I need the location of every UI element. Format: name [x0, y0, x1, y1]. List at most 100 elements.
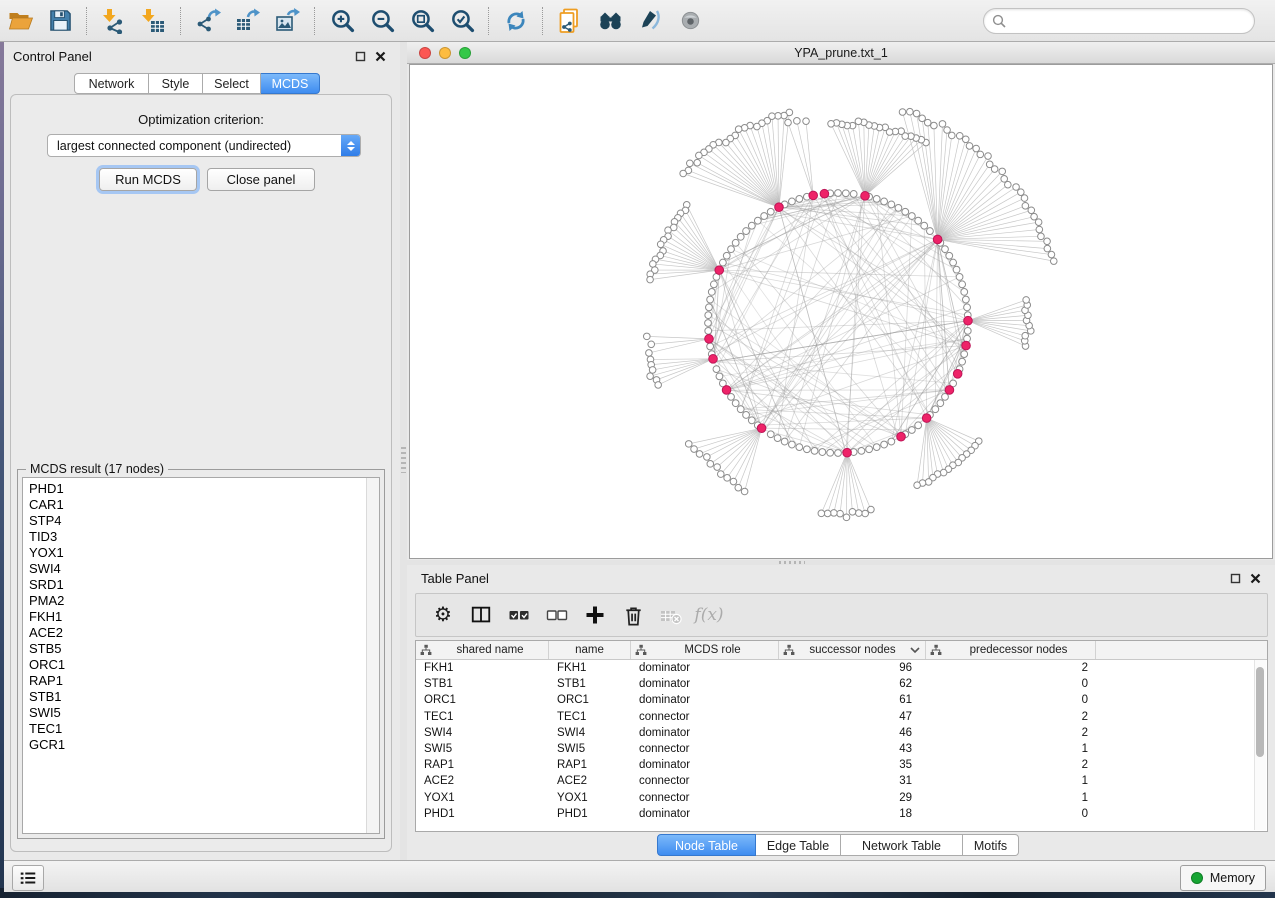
- network-node[interactable]: [873, 444, 880, 451]
- float-panel-icon[interactable]: [1230, 573, 1241, 584]
- network-node[interactable]: [1023, 297, 1030, 304]
- zoom-out-button[interactable]: [362, 4, 402, 38]
- network-node[interactable]: [999, 168, 1006, 175]
- network-node[interactable]: [915, 217, 922, 224]
- network-node[interactable]: [714, 464, 721, 471]
- network-node[interactable]: [964, 304, 971, 311]
- network-node[interactable]: [728, 246, 735, 253]
- mcds-result-item[interactable]: ACE2: [23, 625, 366, 641]
- mcds-result-item[interactable]: SWI4: [23, 561, 366, 577]
- network-node[interactable]: [732, 239, 739, 246]
- mcds-hub-node[interactable]: [809, 191, 818, 200]
- cell-mcds_role[interactable]: connector: [631, 775, 779, 787]
- cell-shared_name[interactable]: SWI4: [416, 727, 549, 739]
- network-node[interactable]: [828, 120, 835, 127]
- network-node[interactable]: [754, 217, 761, 224]
- cell-name[interactable]: SWI4: [549, 727, 631, 739]
- network-node[interactable]: [842, 190, 849, 197]
- network-node[interactable]: [962, 296, 969, 303]
- cell-shared_name[interactable]: YOX1: [416, 792, 549, 804]
- zoom-in-button[interactable]: [322, 4, 362, 38]
- search-input[interactable]: [1010, 10, 1249, 32]
- network-node[interactable]: [946, 252, 953, 259]
- network-node[interactable]: [915, 422, 922, 429]
- mcds-result-item[interactable]: STP4: [23, 513, 366, 529]
- refresh-view-button[interactable]: [496, 4, 536, 38]
- network-node[interactable]: [723, 252, 730, 259]
- network-node[interactable]: [888, 201, 895, 208]
- network-node[interactable]: [959, 281, 966, 288]
- cell-shared_name[interactable]: ORC1: [416, 694, 549, 706]
- network-node[interactable]: [1038, 233, 1045, 240]
- network-node[interactable]: [1028, 207, 1035, 214]
- network-node[interactable]: [743, 412, 750, 419]
- network-node[interactable]: [643, 333, 650, 340]
- tab-select[interactable]: Select: [203, 73, 261, 94]
- network-node[interactable]: [707, 296, 714, 303]
- network-node[interactable]: [881, 198, 888, 205]
- cell-predecessor_nodes[interactable]: 2: [926, 727, 1096, 739]
- network-node[interactable]: [914, 482, 921, 489]
- cell-mcds_role[interactable]: dominator: [631, 759, 779, 771]
- cell-predecessor_nodes[interactable]: 2: [926, 711, 1096, 723]
- network-node[interactable]: [962, 136, 969, 143]
- network-node[interactable]: [985, 153, 992, 160]
- cell-successor_nodes[interactable]: 61: [779, 694, 926, 706]
- network-node[interactable]: [913, 110, 920, 117]
- network-node[interactable]: [655, 382, 662, 389]
- cell-predecessor_nodes[interactable]: 1: [926, 775, 1096, 787]
- network-node[interactable]: [921, 222, 928, 229]
- network-node[interactable]: [1031, 213, 1038, 220]
- network-node[interactable]: [824, 510, 831, 517]
- close-panel-icon[interactable]: [375, 51, 386, 62]
- network-node[interactable]: [849, 508, 856, 515]
- network-node[interactable]: [953, 266, 960, 273]
- network-node[interactable]: [647, 276, 654, 283]
- tab-node-table[interactable]: Node Table: [657, 834, 756, 856]
- network-node[interactable]: [966, 143, 973, 150]
- cell-shared_name[interactable]: FKH1: [416, 662, 549, 674]
- cell-shared_name[interactable]: STB1: [416, 678, 549, 690]
- network-node[interactable]: [713, 366, 720, 373]
- mcds-hub-node[interactable]: [843, 448, 852, 457]
- network-node[interactable]: [724, 475, 731, 482]
- mcds-result-item[interactable]: ORC1: [23, 657, 366, 673]
- mcds-hub-node[interactable]: [962, 341, 971, 350]
- network-node[interactable]: [1036, 226, 1043, 233]
- network-node[interactable]: [728, 393, 735, 400]
- network-node[interactable]: [959, 358, 966, 365]
- network-node[interactable]: [716, 373, 723, 380]
- network-node[interactable]: [1013, 184, 1020, 191]
- network-node[interactable]: [1035, 219, 1042, 226]
- table-row[interactable]: ACE2ACE2connector311: [416, 773, 1267, 789]
- network-node[interactable]: [649, 367, 656, 374]
- show-hide-button[interactable]: [670, 4, 710, 38]
- mcds-result-item[interactable]: TEC1: [23, 721, 366, 737]
- cell-mcds_role[interactable]: connector: [631, 711, 779, 723]
- cell-predecessor_nodes[interactable]: 0: [926, 678, 1096, 690]
- network-node[interactable]: [737, 233, 744, 240]
- network-node[interactable]: [748, 417, 755, 424]
- mcds-hub-node[interactable]: [775, 203, 784, 212]
- cell-name[interactable]: RAP1: [549, 759, 631, 771]
- network-node[interactable]: [696, 451, 703, 458]
- table-row[interactable]: YOX1YOX1connector291: [416, 790, 1267, 806]
- column-header-predecessor-nodes[interactable]: predecessor nodes: [926, 641, 1096, 659]
- table-settings-button[interactable]: ⚙: [426, 598, 460, 632]
- network-node[interactable]: [707, 343, 714, 350]
- network-node[interactable]: [902, 208, 909, 215]
- network-node[interactable]: [685, 441, 692, 448]
- network-node[interactable]: [924, 119, 931, 126]
- cell-predecessor_nodes[interactable]: 1: [926, 743, 1096, 755]
- network-node[interactable]: [794, 118, 801, 125]
- mcds-hub-node[interactable]: [861, 192, 870, 201]
- network-node[interactable]: [873, 195, 880, 202]
- cell-shared_name[interactable]: SWI5: [416, 743, 549, 755]
- mcds-hub-node[interactable]: [964, 316, 973, 325]
- mcds-result-item[interactable]: GCR1: [23, 737, 366, 753]
- cell-predecessor_nodes[interactable]: 2: [926, 759, 1096, 771]
- table-row[interactable]: STB1STB1dominator620: [416, 676, 1267, 692]
- cell-name[interactable]: SWI5: [549, 743, 631, 755]
- network-node[interactable]: [942, 246, 949, 253]
- cell-predecessor_nodes[interactable]: 2: [926, 662, 1096, 674]
